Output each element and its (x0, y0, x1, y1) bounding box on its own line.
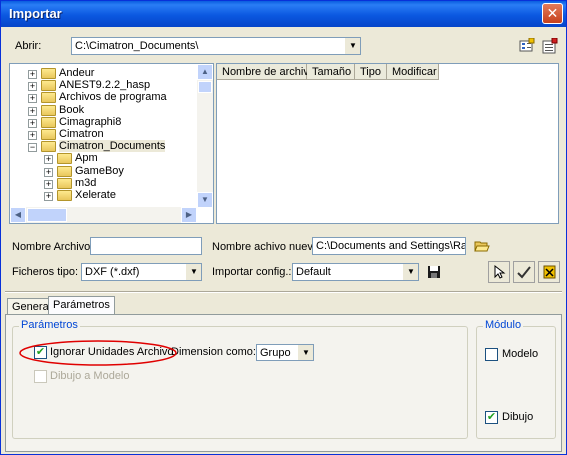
ficheros-tipo-select[interactable]: DXF (*.dxf) ▼ (81, 263, 202, 281)
expand-icon[interactable]: + (44, 192, 53, 201)
dimension-como-value: Grupo (260, 347, 291, 359)
modelo-checkbox[interactable] (485, 348, 498, 361)
nombre-nuevo-label: Nombre achivo nuevo: (212, 241, 323, 253)
scroll-right-icon[interactable]: ▶ (181, 207, 197, 223)
close-button[interactable]: ✕ (542, 3, 563, 24)
checkmark-icon (517, 266, 531, 279)
nombre-archivo-label: Nombre Archivo: (12, 241, 94, 253)
dibujo-a-modelo-label: Dibujo a Modelo (50, 370, 130, 382)
tree-item-label: ANEST9.2.2_hasp (59, 79, 151, 92)
view-details-icon[interactable] (542, 37, 558, 54)
column-header-tamano[interactable]: Tamaño (307, 64, 355, 80)
cancel-button[interactable] (538, 261, 560, 283)
tree-item-label: GameBoy (75, 164, 124, 177)
ficheros-tipo-value: DXF (*.dxf) (85, 266, 140, 278)
tab-parametros[interactable]: Parámetros (48, 296, 115, 316)
tree-item-label: Apm (75, 152, 98, 165)
dimension-como-label: Dimension como: (171, 346, 256, 358)
chevron-down-icon[interactable]: ▼ (186, 264, 201, 280)
dibujo-checkbox[interactable]: ✔ (485, 411, 498, 424)
column-header-modificar[interactable]: Modificar (387, 64, 439, 80)
column-header-nombre[interactable]: Nombre de archivo (217, 64, 315, 80)
nombre-nuevo-input[interactable]: C:\Documents and Settings\RafaEs\M (312, 237, 466, 255)
open-folder-icon[interactable] (474, 238, 490, 254)
expand-icon[interactable]: + (28, 131, 37, 140)
dimension-como-select[interactable]: Grupo ▼ (256, 344, 314, 361)
modulo-group-title: Módulo (483, 319, 524, 331)
importar-config-value: Default (296, 266, 331, 278)
folder-icon (57, 177, 72, 189)
expand-icon[interactable]: + (44, 179, 53, 189)
scroll-down-icon[interactable]: ▼ (197, 192, 213, 208)
tree-item-label: Cimatron_Documents (59, 140, 166, 153)
expand-icon[interactable]: + (28, 118, 37, 128)
column-header-tipo[interactable]: Tipo (355, 64, 387, 80)
modelo-label: Modelo (502, 348, 539, 360)
cancel-icon (543, 265, 556, 279)
folder-icon (41, 92, 56, 104)
folder-icon (57, 190, 72, 201)
folder-icon (41, 141, 56, 153)
chevron-down-icon[interactable]: ▼ (345, 38, 360, 54)
tree-vscroll-thumb[interactable] (198, 81, 212, 93)
dibujo-a-modelo-checkbox[interactable] (34, 370, 47, 383)
window-title: Importar (9, 6, 62, 21)
folder-tree[interactable]: + Andeur + ANEST9.2.2_hasp + Archivos de prog… (9, 63, 214, 224)
expand-icon[interactable]: + (28, 70, 37, 79)
tree-vertical-scrollbar[interactable]: ▲ ▼ (197, 64, 213, 208)
folder-icon (41, 116, 56, 128)
expand-icon[interactable]: + (28, 82, 37, 92)
folder-icon (41, 80, 56, 92)
tab-panel-parametros: Parámetros ✔ Ignorar Unidades Archivo Di… (5, 314, 562, 452)
expand-icon[interactable]: + (28, 106, 37, 116)
ficheros-tipo-label: Ficheros tipo: (12, 266, 79, 278)
separator (5, 291, 562, 293)
folder-icon (41, 129, 56, 140)
abrir-label: Abrir: (15, 40, 42, 52)
tree-item-label: Archivos de programa (59, 91, 167, 104)
tree-item-label: Andeur (59, 67, 95, 79)
folder-icon (57, 153, 72, 165)
view-list-icon[interactable] (519, 37, 535, 54)
modulo-group: Módulo Modelo ✔ Dibujo (476, 319, 556, 439)
tree-item-label: m3d (75, 176, 97, 189)
parametros-group-title: Parámetros (19, 319, 80, 331)
dibujo-label: Dibujo (502, 411, 534, 423)
tree-hscroll-thumb[interactable] (27, 208, 67, 222)
expand-icon[interactable]: + (44, 155, 53, 165)
chevron-down-icon[interactable]: ▼ (403, 264, 418, 280)
folder-icon (57, 165, 72, 177)
folder-icon (41, 104, 56, 116)
parametros-group: Parámetros ✔ Ignorar Unidades Archivo Di… (12, 319, 468, 439)
collapse-icon[interactable]: − (28, 143, 37, 153)
file-list[interactable]: Nombre de archivo Tamaño Tipo Modificar (216, 63, 559, 224)
save-icon[interactable] (426, 264, 442, 280)
scroll-left-icon[interactable]: ◀ (10, 207, 26, 223)
nombre-archivo-input[interactable] (90, 237, 202, 255)
tree-item-label: Cimagraphi8 (59, 115, 122, 128)
tree-horizontal-scrollbar[interactable]: ◀ ▶ (10, 207, 197, 223)
folder-icon (41, 68, 56, 79)
expand-icon[interactable]: + (44, 167, 53, 177)
highlight-ellipse (19, 340, 177, 366)
preview-button[interactable] (488, 261, 510, 283)
tree-item-label: Xelerate (75, 189, 116, 201)
abrir-value: C:\Cimatron_Documents\ (75, 40, 199, 52)
tree-item-label: Book (59, 103, 85, 116)
arrow-cursor-icon (494, 264, 506, 279)
importar-config-label: Importar config.: (212, 266, 292, 278)
tree-item-label: Cimatron (59, 128, 104, 140)
abrir-combo[interactable]: C:\Cimatron_Documents\ ▼ (71, 37, 361, 55)
ok-button[interactable] (513, 261, 535, 283)
importar-config-select[interactable]: Default ▼ (292, 263, 419, 281)
chevron-down-icon[interactable]: ▼ (298, 345, 313, 360)
import-dialog: Importar ✕ Abrir: C:\Cimatron_Documents\… (0, 0, 567, 455)
scroll-up-icon[interactable]: ▲ (197, 64, 213, 80)
title-bar[interactable]: Importar ✕ (1, 1, 566, 27)
expand-icon[interactable]: + (28, 94, 37, 104)
